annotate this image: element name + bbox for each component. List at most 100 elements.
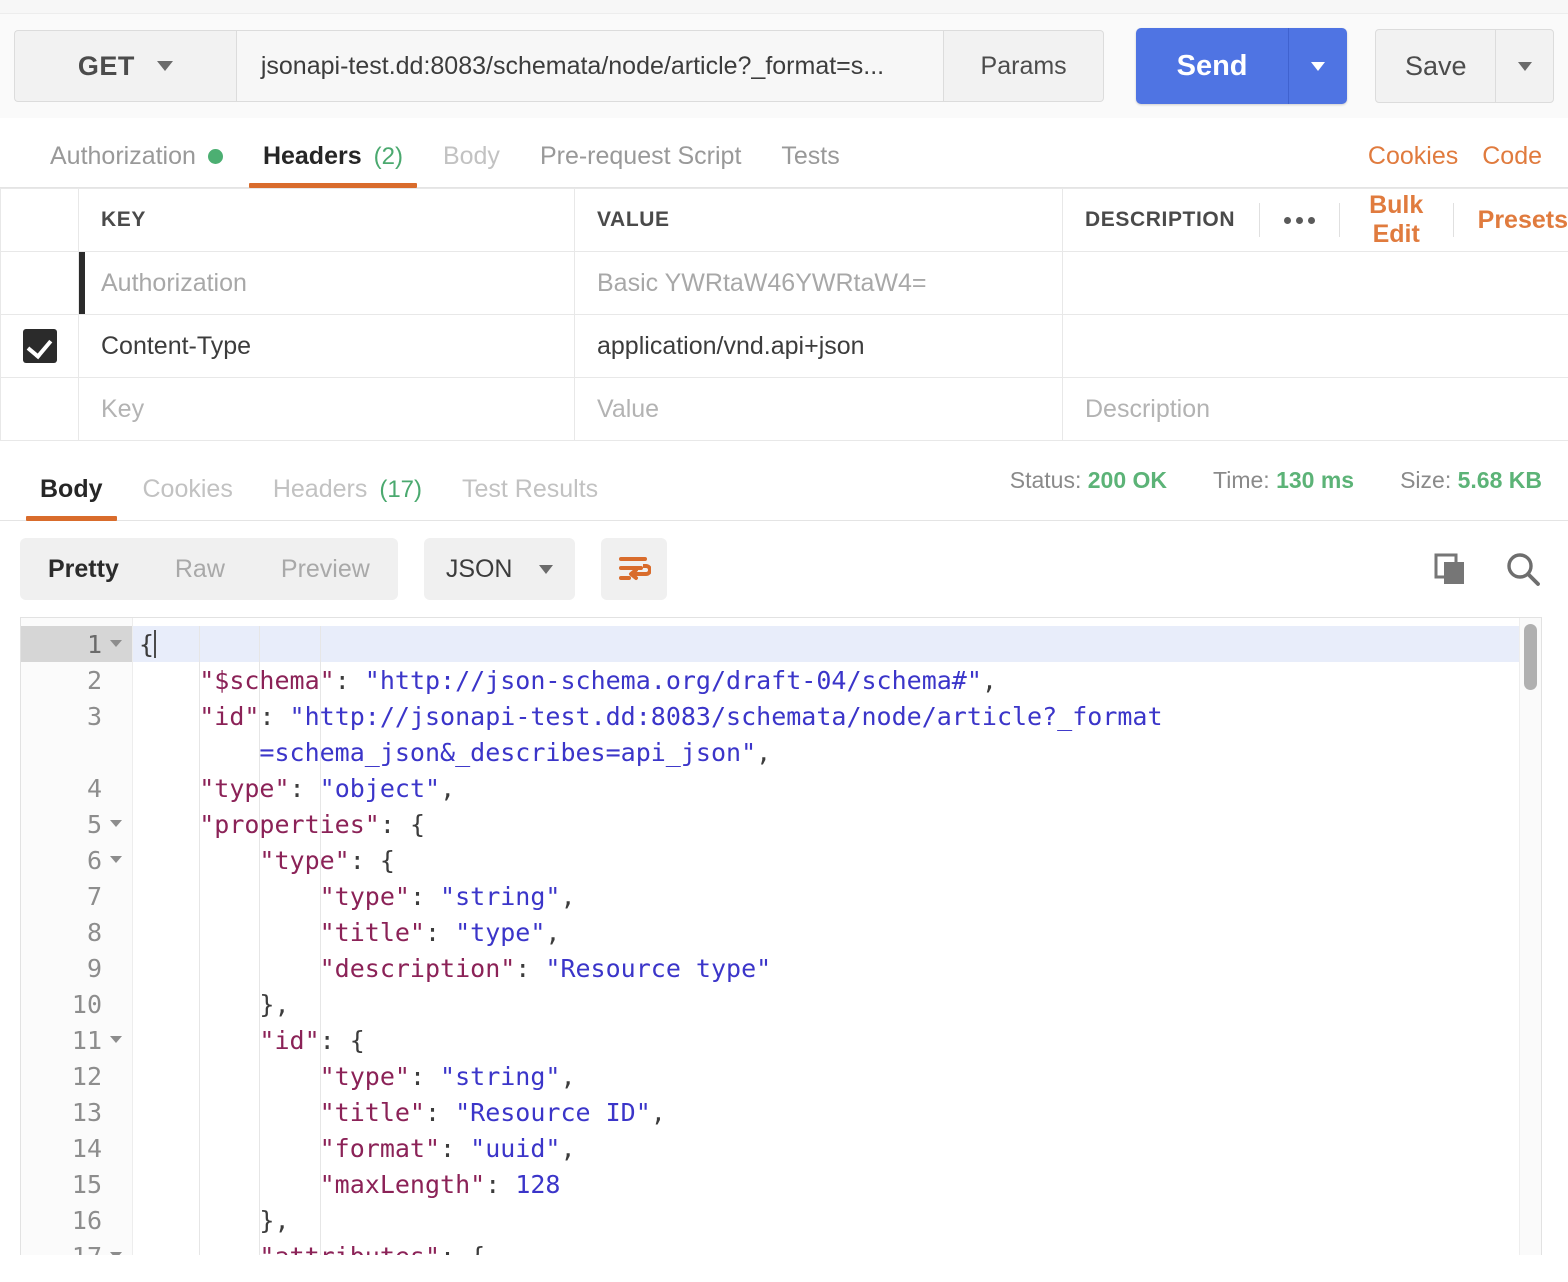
line-number-label: 7	[87, 882, 102, 911]
word-wrap-button[interactable]	[601, 538, 667, 600]
code-line[interactable]: "type": {	[133, 842, 1541, 878]
tab-tests[interactable]: Tests	[761, 142, 859, 187]
row-checkbox-cell[interactable]	[1, 252, 79, 315]
code-token: :	[410, 882, 440, 911]
row-checkbox-cell[interactable]	[1, 315, 79, 378]
header-description-cell[interactable]	[1063, 315, 1568, 378]
code-vertical-scrollbar[interactable]	[1519, 618, 1541, 1255]
view-mode-raw[interactable]: Raw	[147, 538, 253, 600]
save-options-button[interactable]	[1495, 30, 1553, 102]
copy-button[interactable]	[1432, 551, 1468, 587]
tab-pre-request-script[interactable]: Pre-request Script	[520, 142, 761, 187]
window-tabbar-partial	[0, 0, 1568, 14]
code-line[interactable]: "type": "string",	[133, 1058, 1541, 1094]
code-line[interactable]: "type": "object",	[133, 770, 1541, 806]
size-value: 5.68 KB	[1458, 467, 1542, 493]
header-value-cell[interactable]: Basic YWRtaW46YWRtaW4=	[575, 252, 1063, 315]
code-line[interactable]: "format": "uuid",	[133, 1130, 1541, 1166]
scrollbar-thumb[interactable]	[1524, 624, 1537, 690]
code-token: "id"	[259, 1026, 319, 1055]
response-tabs: Body Cookies Headers (17) Test Results S…	[0, 441, 1568, 521]
view-mode-pretty[interactable]: Pretty	[20, 538, 147, 600]
save-button[interactable]: Save	[1376, 30, 1495, 102]
view-mode-preview[interactable]: Preview	[253, 538, 398, 600]
more-options-icon[interactable]	[1284, 217, 1315, 224]
new-header-description-cell[interactable]: Description	[1063, 378, 1568, 441]
row-checkbox-checked[interactable]	[23, 329, 57, 363]
line-number: 12	[21, 1058, 132, 1094]
tab-headers[interactable]: Headers (2)	[243, 142, 423, 187]
line-number: 5	[21, 806, 132, 842]
code-line[interactable]: "id": {	[133, 1022, 1541, 1058]
header-value-cell[interactable]: application/vnd.api+json	[575, 315, 1063, 378]
tab-authorization[interactable]: Authorization	[30, 142, 243, 187]
word-wrap-icon	[617, 554, 651, 584]
header-description-cell[interactable]	[1063, 252, 1568, 315]
request-url-input[interactable]: jsonapi-test.dd:8083/schemata/node/artic…	[236, 30, 944, 102]
divider	[1339, 203, 1340, 237]
line-number-label: 17	[72, 1242, 102, 1256]
code-line[interactable]: "title": "type",	[133, 914, 1541, 950]
header-key-cell[interactable]: Authorization	[79, 252, 575, 315]
code-token: ,	[545, 918, 560, 947]
tab-response-body[interactable]: Body	[20, 475, 123, 520]
code-line[interactable]: },	[133, 1202, 1541, 1238]
new-header-value-cell[interactable]: Value	[575, 378, 1063, 441]
tab-test-results[interactable]: Test Results	[442, 475, 618, 520]
params-button[interactable]: Params	[944, 30, 1105, 102]
fold-toggle-icon[interactable]	[110, 1252, 122, 1256]
line-number: 6	[21, 842, 132, 878]
header-key-value: Content-Type	[79, 315, 574, 377]
code-token: "uuid"	[470, 1134, 560, 1163]
fold-toggle-icon[interactable]	[110, 820, 122, 827]
header-description-value	[1063, 315, 1568, 377]
code-line[interactable]: "$schema": "http://json-schema.org/draft…	[133, 662, 1541, 698]
fold-toggle-icon[interactable]	[110, 640, 122, 647]
header-key-cell[interactable]: Content-Type	[79, 315, 575, 378]
tab-response-headers-count: (17)	[379, 476, 422, 504]
code-line[interactable]: "id": "http://jsonapi-test.dd:8083/schem…	[133, 698, 1541, 734]
code-line[interactable]: "description": "Resource type"	[133, 950, 1541, 986]
code-line[interactable]: {	[133, 626, 1541, 662]
divider	[1453, 203, 1454, 237]
line-number-label: 14	[72, 1134, 102, 1163]
code-line[interactable]: "type": "string",	[133, 878, 1541, 914]
line-number-label: 2	[87, 666, 102, 695]
response-format-dropdown[interactable]: JSON	[424, 538, 575, 600]
code-line[interactable]: },	[133, 986, 1541, 1022]
code-line[interactable]: "attributes": {	[133, 1238, 1541, 1255]
code-line[interactable]: "maxLength": 128	[133, 1166, 1541, 1202]
code-content[interactable]: { "$schema": "http://json-schema.org/dra…	[133, 618, 1541, 1255]
new-header-key-cell[interactable]: Key	[79, 378, 575, 441]
response-body-code-viewer[interactable]: 1234567891011121314151617 { "$schema": "…	[20, 617, 1542, 1255]
code-line[interactable]: "properties": {	[133, 806, 1541, 842]
send-options-button[interactable]	[1288, 28, 1348, 104]
code-token: "http://jsonapi-test.dd:8083/schemata/no…	[290, 702, 1163, 731]
code-token: 128	[515, 1170, 560, 1199]
row-checkbox-cell[interactable]	[1, 378, 79, 441]
tab-body[interactable]: Body	[423, 142, 520, 187]
http-method-dropdown[interactable]: GET	[14, 30, 236, 102]
bulk-edit-button[interactable]: Bulk Edit	[1363, 191, 1429, 249]
tab-headers-label: Headers	[263, 142, 362, 171]
line-number-label: 8	[87, 918, 102, 947]
fold-toggle-icon[interactable]	[110, 1036, 122, 1043]
line-number: 4	[21, 770, 132, 806]
tab-headers-count: (2)	[374, 143, 403, 171]
send-button[interactable]: Send	[1136, 28, 1287, 104]
chevron-down-icon	[539, 565, 553, 574]
presets-button[interactable]: Presets	[1478, 206, 1568, 235]
tab-response-cookies[interactable]: Cookies	[123, 475, 253, 520]
header-description-value	[1063, 252, 1568, 314]
line-number-label: 13	[72, 1098, 102, 1127]
code-link[interactable]: Code	[1482, 142, 1542, 171]
code-token: {	[139, 630, 154, 659]
cookies-link[interactable]: Cookies	[1368, 142, 1458, 171]
code-token: :	[410, 1062, 440, 1091]
tab-response-headers[interactable]: Headers (17)	[253, 475, 442, 520]
code-line[interactable]: "title": "Resource ID",	[133, 1094, 1541, 1130]
code-line[interactable]: =schema_json&_describes=api_json",	[133, 734, 1541, 770]
line-number: 15	[21, 1166, 132, 1202]
search-button[interactable]	[1504, 550, 1542, 588]
fold-toggle-icon[interactable]	[110, 856, 122, 863]
